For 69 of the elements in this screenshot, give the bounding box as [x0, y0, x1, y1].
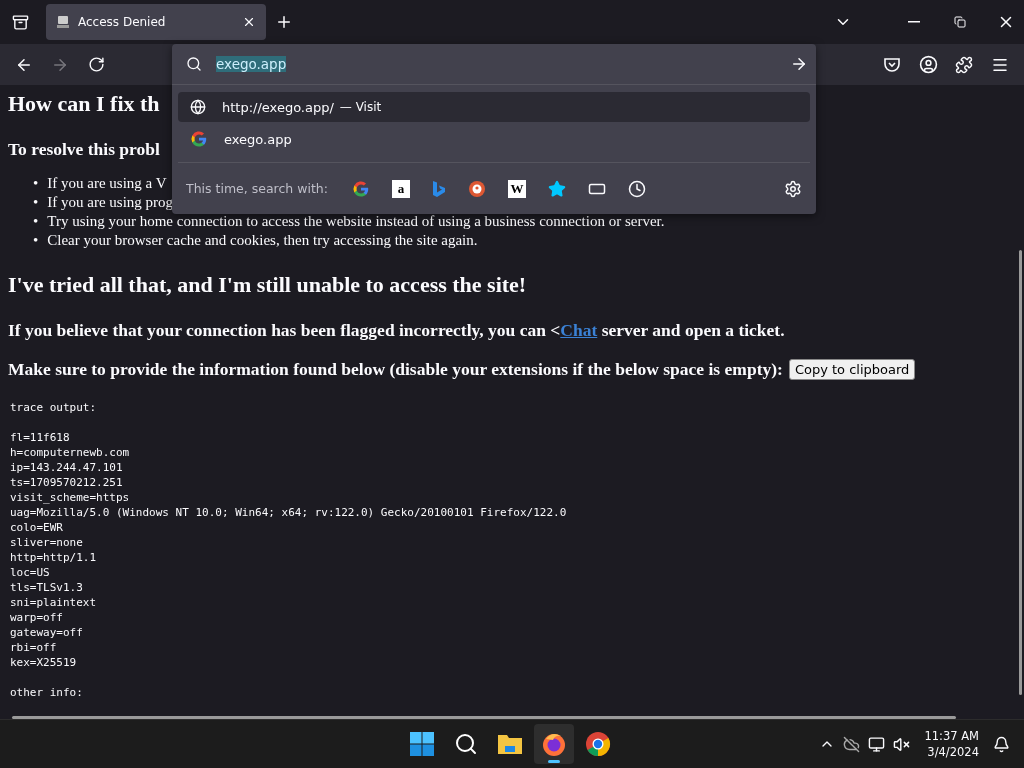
archive-icon	[11, 13, 29, 31]
tab-title: Access Denied	[78, 15, 167, 29]
history-icon[interactable]	[627, 179, 646, 198]
go-arrow-icon[interactable]	[790, 55, 808, 73]
heading: I've tried all that, and I'm still unable to access the site!	[8, 272, 527, 298]
bullet-marker: •	[33, 193, 39, 212]
suggestion-item[interactable]: http://exego.app/ — Visit	[178, 92, 810, 122]
close-tab-icon[interactable]	[242, 15, 256, 29]
chat-link[interactable]: Chat	[560, 320, 598, 340]
star-icon[interactable]	[547, 179, 566, 198]
instruction-text: Make sure to provide the information found below (disable your extensions if the below space is empty):	[8, 359, 783, 380]
bullet-item: If you are using a V	[47, 174, 167, 193]
pocket-icon	[883, 55, 901, 74]
search-with-label: This time, search with:	[186, 181, 328, 196]
heading: How can I fix th	[8, 91, 160, 117]
restore-icon	[954, 16, 966, 28]
tab-favicon-icon	[56, 15, 70, 29]
wikipedia-icon[interactable]: W	[507, 179, 526, 198]
trace-line: warp=off	[10, 610, 64, 625]
trace-line: sliver=none	[10, 535, 84, 550]
trace-title: trace output:	[10, 400, 98, 415]
bullet-marker: •	[33, 174, 39, 193]
search-icon	[186, 56, 202, 72]
firefox-icon	[541, 731, 567, 757]
other-info-title: other info:	[10, 685, 84, 700]
globe-icon	[190, 99, 206, 115]
cloud-off-icon[interactable]	[843, 735, 861, 753]
bullet-item: If you are using prog	[47, 193, 174, 212]
chrome-icon	[585, 731, 611, 757]
suggestion-item[interactable]: exego.app	[178, 124, 810, 154]
trace-line: fl=11f618	[10, 430, 71, 445]
subheading: To resolve this probl	[8, 139, 160, 160]
bullet-marker: •	[33, 231, 39, 250]
settings-icon[interactable]	[784, 179, 802, 198]
notification-icon[interactable]	[993, 735, 1010, 753]
amazon-icon[interactable]: a	[391, 179, 410, 198]
trace-line: gateway=off	[10, 625, 84, 640]
google-icon[interactable]	[190, 130, 208, 148]
trace-line: http=http/1.1	[10, 550, 98, 565]
bullet-item: Try using your home connection to access the website instead of using a business connection or server.	[47, 212, 665, 231]
clock[interactable]: 11:37 AM 3/4/2024	[918, 728, 985, 760]
bullet-item: Clear your browser cache and cookies, then try accessing the site again.	[47, 231, 478, 250]
search-icon	[454, 732, 478, 756]
bullet-marker: •	[33, 212, 39, 231]
browser-tab[interactable]: Access Denied	[46, 4, 266, 40]
puzzle-icon	[955, 55, 973, 74]
copy-button[interactable]: Copy to clipboard	[788, 359, 916, 380]
trace-line: h=computernewb.com	[10, 445, 131, 460]
minimize-icon	[908, 21, 920, 23]
flag-sentence: If you believe that your connection has been flagged incorrectly, you can <Chat server and open a ticket.	[8, 320, 785, 341]
trace-line: loc=US	[10, 565, 51, 580]
trace-line: sni=plaintext	[10, 595, 98, 610]
trace-line: kex=X25519	[10, 655, 78, 670]
account-icon	[918, 55, 938, 74]
google-icon[interactable]	[351, 179, 370, 198]
trace-line: ip=143.244.47.101	[10, 460, 124, 475]
trace-line: tls=TLSv1.3	[10, 580, 84, 595]
folder-icon	[497, 733, 523, 755]
trace-line: uag=Mozilla/5.0 (Windows NT 10.0; Win64; x64; rv:122.0) Gecko/20100101 Firefox/122.0	[10, 505, 568, 520]
trace-line: colo=EWR	[10, 520, 64, 535]
trace-line: rbi=off	[10, 640, 58, 655]
volume-muted-icon[interactable]	[893, 735, 911, 753]
trace-line: ts=1709570212.251	[10, 475, 124, 490]
taskbar-app[interactable]	[534, 724, 574, 764]
bing-icon[interactable]	[431, 179, 446, 198]
reload-icon	[87, 56, 105, 73]
trace-line: visit_scheme=https	[10, 490, 131, 505]
plus-icon	[275, 13, 293, 31]
windows-start-icon	[409, 731, 435, 757]
